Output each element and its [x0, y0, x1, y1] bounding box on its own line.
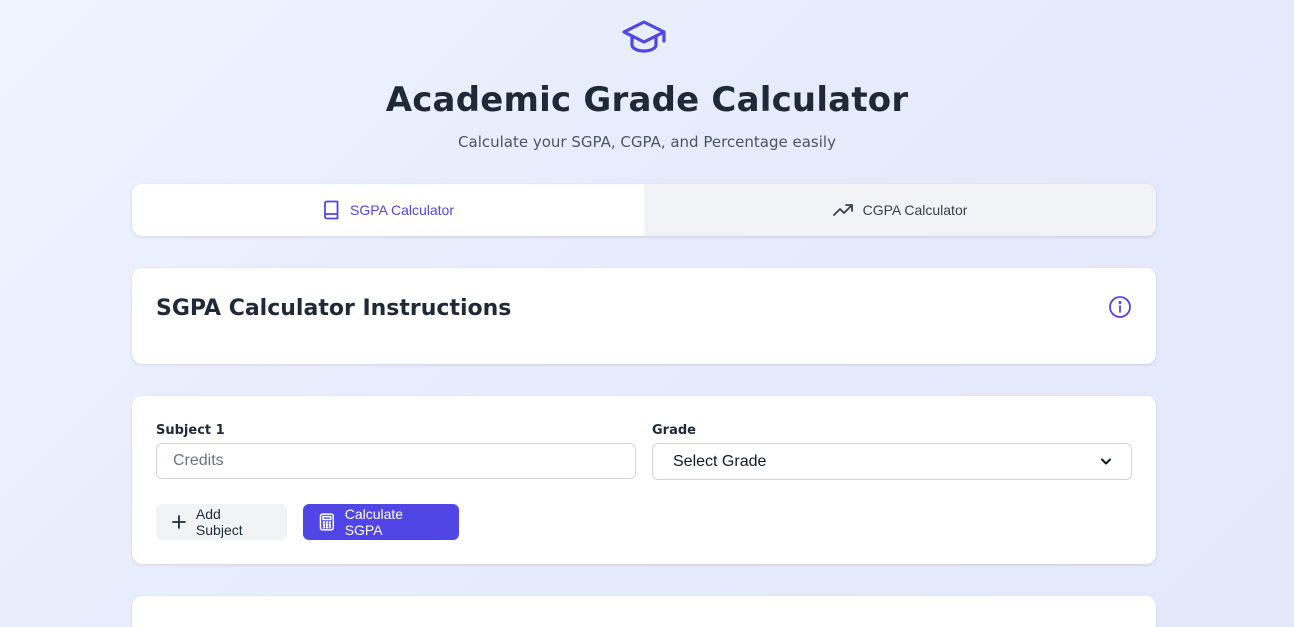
info-icon[interactable]	[1108, 295, 1132, 319]
calculator-icon	[319, 513, 334, 531]
subjects-form-card: Subject 1 Grade Select Grade Add Subject…	[132, 396, 1156, 564]
tab-sgpa-calculator[interactable]: SGPA Calculator	[132, 184, 644, 236]
grade-select-value: Select Grade	[673, 452, 767, 470]
tab-cgpa-label: CGPA Calculator	[862, 202, 968, 218]
calculator-tabs: SGPA Calculator CGPA Calculator	[132, 184, 1156, 236]
page-title: Academic Grade Calculator	[385, 80, 909, 120]
credits-input[interactable]	[156, 443, 636, 479]
add-subject-label: Add Subject	[195, 506, 243, 538]
chevron-down-icon	[1101, 458, 1111, 465]
calculate-sgpa-label: Calculate SGPA	[344, 506, 404, 538]
page-subtitle: Calculate your SGPA, CGPA, and Percentag…	[458, 133, 836, 151]
add-subject-button[interactable]: Add Subject	[156, 504, 287, 540]
subject-label: Subject 1	[156, 423, 225, 438]
instructions-card[interactable]: SGPA Calculator Instructions	[132, 268, 1156, 364]
book-icon	[324, 200, 339, 220]
tab-sgpa-label: SGPA Calculator	[349, 202, 454, 218]
graduation-cap-icon	[622, 20, 666, 53]
plus-icon	[172, 515, 186, 529]
grade-label: Grade	[652, 423, 696, 438]
instructions-title: SGPA Calculator Instructions	[156, 296, 512, 321]
tab-cgpa-calculator[interactable]: CGPA Calculator	[644, 184, 1156, 236]
trending-up-icon	[832, 204, 853, 216]
results-card	[132, 596, 1156, 627]
calculate-sgpa-button[interactable]: Calculate SGPA	[303, 504, 459, 540]
grade-select[interactable]: Select Grade	[652, 443, 1132, 480]
